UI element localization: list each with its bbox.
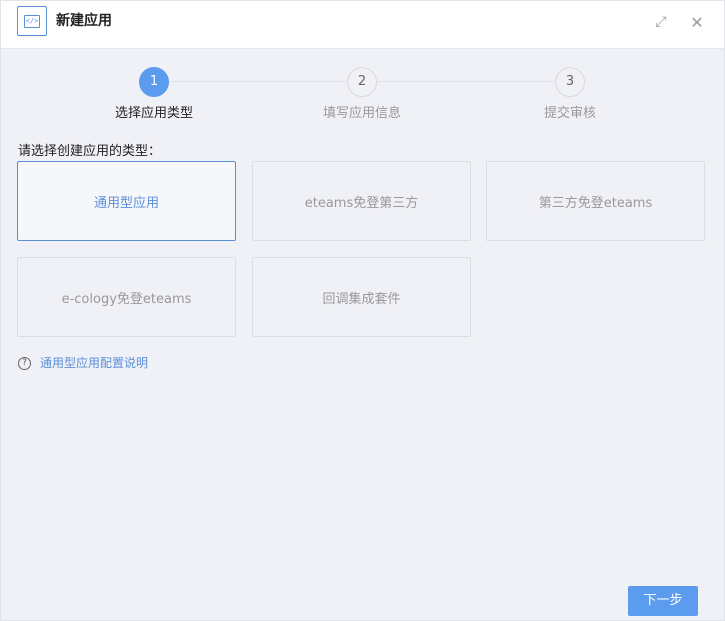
step-indicator: 1 选择应用类型 2 填写应用信息 3 提交审核 <box>1 65 724 125</box>
step-2: 2 填写应用信息 <box>292 67 432 122</box>
app-type-card-ecology-sso-eteams[interactable]: e-cology免登eteams <box>17 257 236 337</box>
step-label: 选择应用类型 <box>114 106 193 121</box>
dialog-title: 新建应用 <box>56 13 112 29</box>
step-number: 1 <box>139 67 169 97</box>
help-row: ? 通用型应用配置说明 <box>18 355 148 371</box>
next-step-button[interactable]: 下一步 <box>628 586 698 616</box>
config-guide-link[interactable]: 通用型应用配置说明 <box>40 355 148 371</box>
step-label: 填写应用信息 <box>322 106 401 121</box>
step-number: 3 <box>555 67 585 97</box>
step-3: 3 提交审核 <box>500 67 640 122</box>
app-type-card-eteams-sso-third-party[interactable]: eteams免登第三方 <box>252 161 471 241</box>
question-circle-icon: ? <box>18 356 31 370</box>
app-type-card-third-party-sso-eteams[interactable]: 第三方免登eteams <box>486 161 705 241</box>
app-type-card-general[interactable]: 通用型应用 <box>17 161 236 241</box>
code-icon-glyph: </> <box>24 14 40 28</box>
new-app-dialog: </> 新建应用 ⤢ ✕ 1 选择应用类型 2 填写应用信息 3 提交审核 请选… <box>0 0 725 621</box>
step-number: 2 <box>347 67 377 97</box>
type-prompt: 请选择创建应用的类型： <box>18 144 162 159</box>
close-icon[interactable]: ✕ <box>688 13 706 32</box>
step-1: 1 选择应用类型 <box>84 67 224 122</box>
dialog-header: </> 新建应用 ⤢ ✕ <box>1 1 724 49</box>
expand-icon[interactable]: ⤢ <box>652 13 670 31</box>
app-code-icon: </> <box>17 6 47 36</box>
app-type-card-callback-suite[interactable]: 回调集成套件 <box>252 257 471 337</box>
step-label: 提交审核 <box>543 106 596 121</box>
